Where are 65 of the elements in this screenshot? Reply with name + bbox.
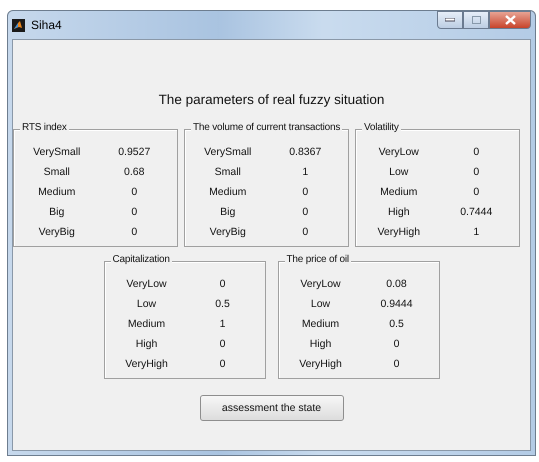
term-label: Small bbox=[42, 166, 71, 178]
panel-title: The price of oil bbox=[284, 254, 351, 265]
term-label: VeryHigh bbox=[376, 226, 422, 238]
value-text: 0 bbox=[218, 338, 226, 350]
value-text: 1 bbox=[301, 166, 310, 178]
app-icon bbox=[12, 18, 25, 32]
value-text: 1 bbox=[218, 318, 226, 330]
value-text: 0.9444 bbox=[379, 298, 414, 310]
term-label: High bbox=[386, 206, 411, 218]
term-label: Medium bbox=[300, 318, 340, 330]
term-label: VeryBig bbox=[38, 226, 76, 238]
term-label: Big bbox=[219, 206, 236, 218]
value-text: 0 bbox=[301, 226, 310, 238]
panel-title: Capitalization bbox=[110, 254, 172, 265]
term-label: Low bbox=[310, 298, 332, 310]
term-label: Medium bbox=[208, 186, 248, 198]
panel-title: The volume of current transactions bbox=[191, 122, 342, 133]
window-title: Siha4 bbox=[31, 18, 63, 32]
value-text: 0 bbox=[130, 226, 138, 238]
heading: The parameters of real fuzzy situation bbox=[158, 92, 384, 107]
term-label: VeryLow bbox=[299, 278, 342, 290]
value-text: 0 bbox=[301, 206, 310, 218]
value-text: 0 bbox=[301, 186, 310, 198]
value-text: 0.5 bbox=[214, 298, 231, 310]
term-label: VeryBig bbox=[208, 226, 247, 238]
term-label: VeryHigh bbox=[298, 358, 343, 370]
value-text: 0 bbox=[472, 186, 480, 198]
value-text: 0 bbox=[130, 206, 138, 218]
term-label: High bbox=[308, 338, 332, 350]
value-text: 0 bbox=[392, 358, 400, 370]
term-label: Big bbox=[48, 206, 66, 218]
panel-title: Volatility bbox=[362, 122, 401, 133]
term-label: High bbox=[134, 338, 158, 350]
term-label: Medium bbox=[126, 318, 166, 330]
maximize-button[interactable] bbox=[463, 11, 489, 29]
term-label: Medium bbox=[37, 186, 76, 198]
term-label: Low bbox=[136, 298, 158, 310]
value-text: 0.7444 bbox=[459, 206, 494, 218]
value-text: 0.9527 bbox=[117, 146, 152, 158]
value-text: 0.08 bbox=[385, 278, 408, 290]
value-text: 0.8367 bbox=[288, 146, 322, 158]
value-text: 0 bbox=[218, 278, 226, 290]
term-label: Medium bbox=[379, 186, 418, 198]
value-text: 0 bbox=[218, 358, 226, 370]
term-label: Low bbox=[388, 166, 410, 178]
panel-title: RTS index bbox=[20, 122, 69, 133]
term-label: VeryLow bbox=[378, 146, 420, 158]
value-text: 0 bbox=[472, 146, 480, 158]
term-label: VeryLow bbox=[125, 278, 168, 290]
value-text: 0 bbox=[472, 166, 480, 178]
close-icon bbox=[504, 15, 516, 25]
term-label: VeryHigh bbox=[124, 358, 169, 370]
close-button[interactable] bbox=[489, 11, 531, 29]
value-text: 1 bbox=[472, 226, 480, 238]
value-text: 0.5 bbox=[388, 318, 405, 330]
value-text: 0.68 bbox=[123, 166, 146, 178]
assess-button[interactable]: assessment the state bbox=[200, 395, 344, 421]
minimize-icon bbox=[445, 18, 455, 22]
maximize-icon bbox=[472, 16, 480, 24]
term-label: VerySmall bbox=[203, 146, 252, 158]
value-text: 0 bbox=[392, 338, 400, 350]
value-text: 0 bbox=[130, 186, 138, 198]
term-label: Small bbox=[214, 166, 242, 178]
minimize-button[interactable] bbox=[437, 11, 463, 29]
term-label: VerySmall bbox=[32, 146, 82, 158]
